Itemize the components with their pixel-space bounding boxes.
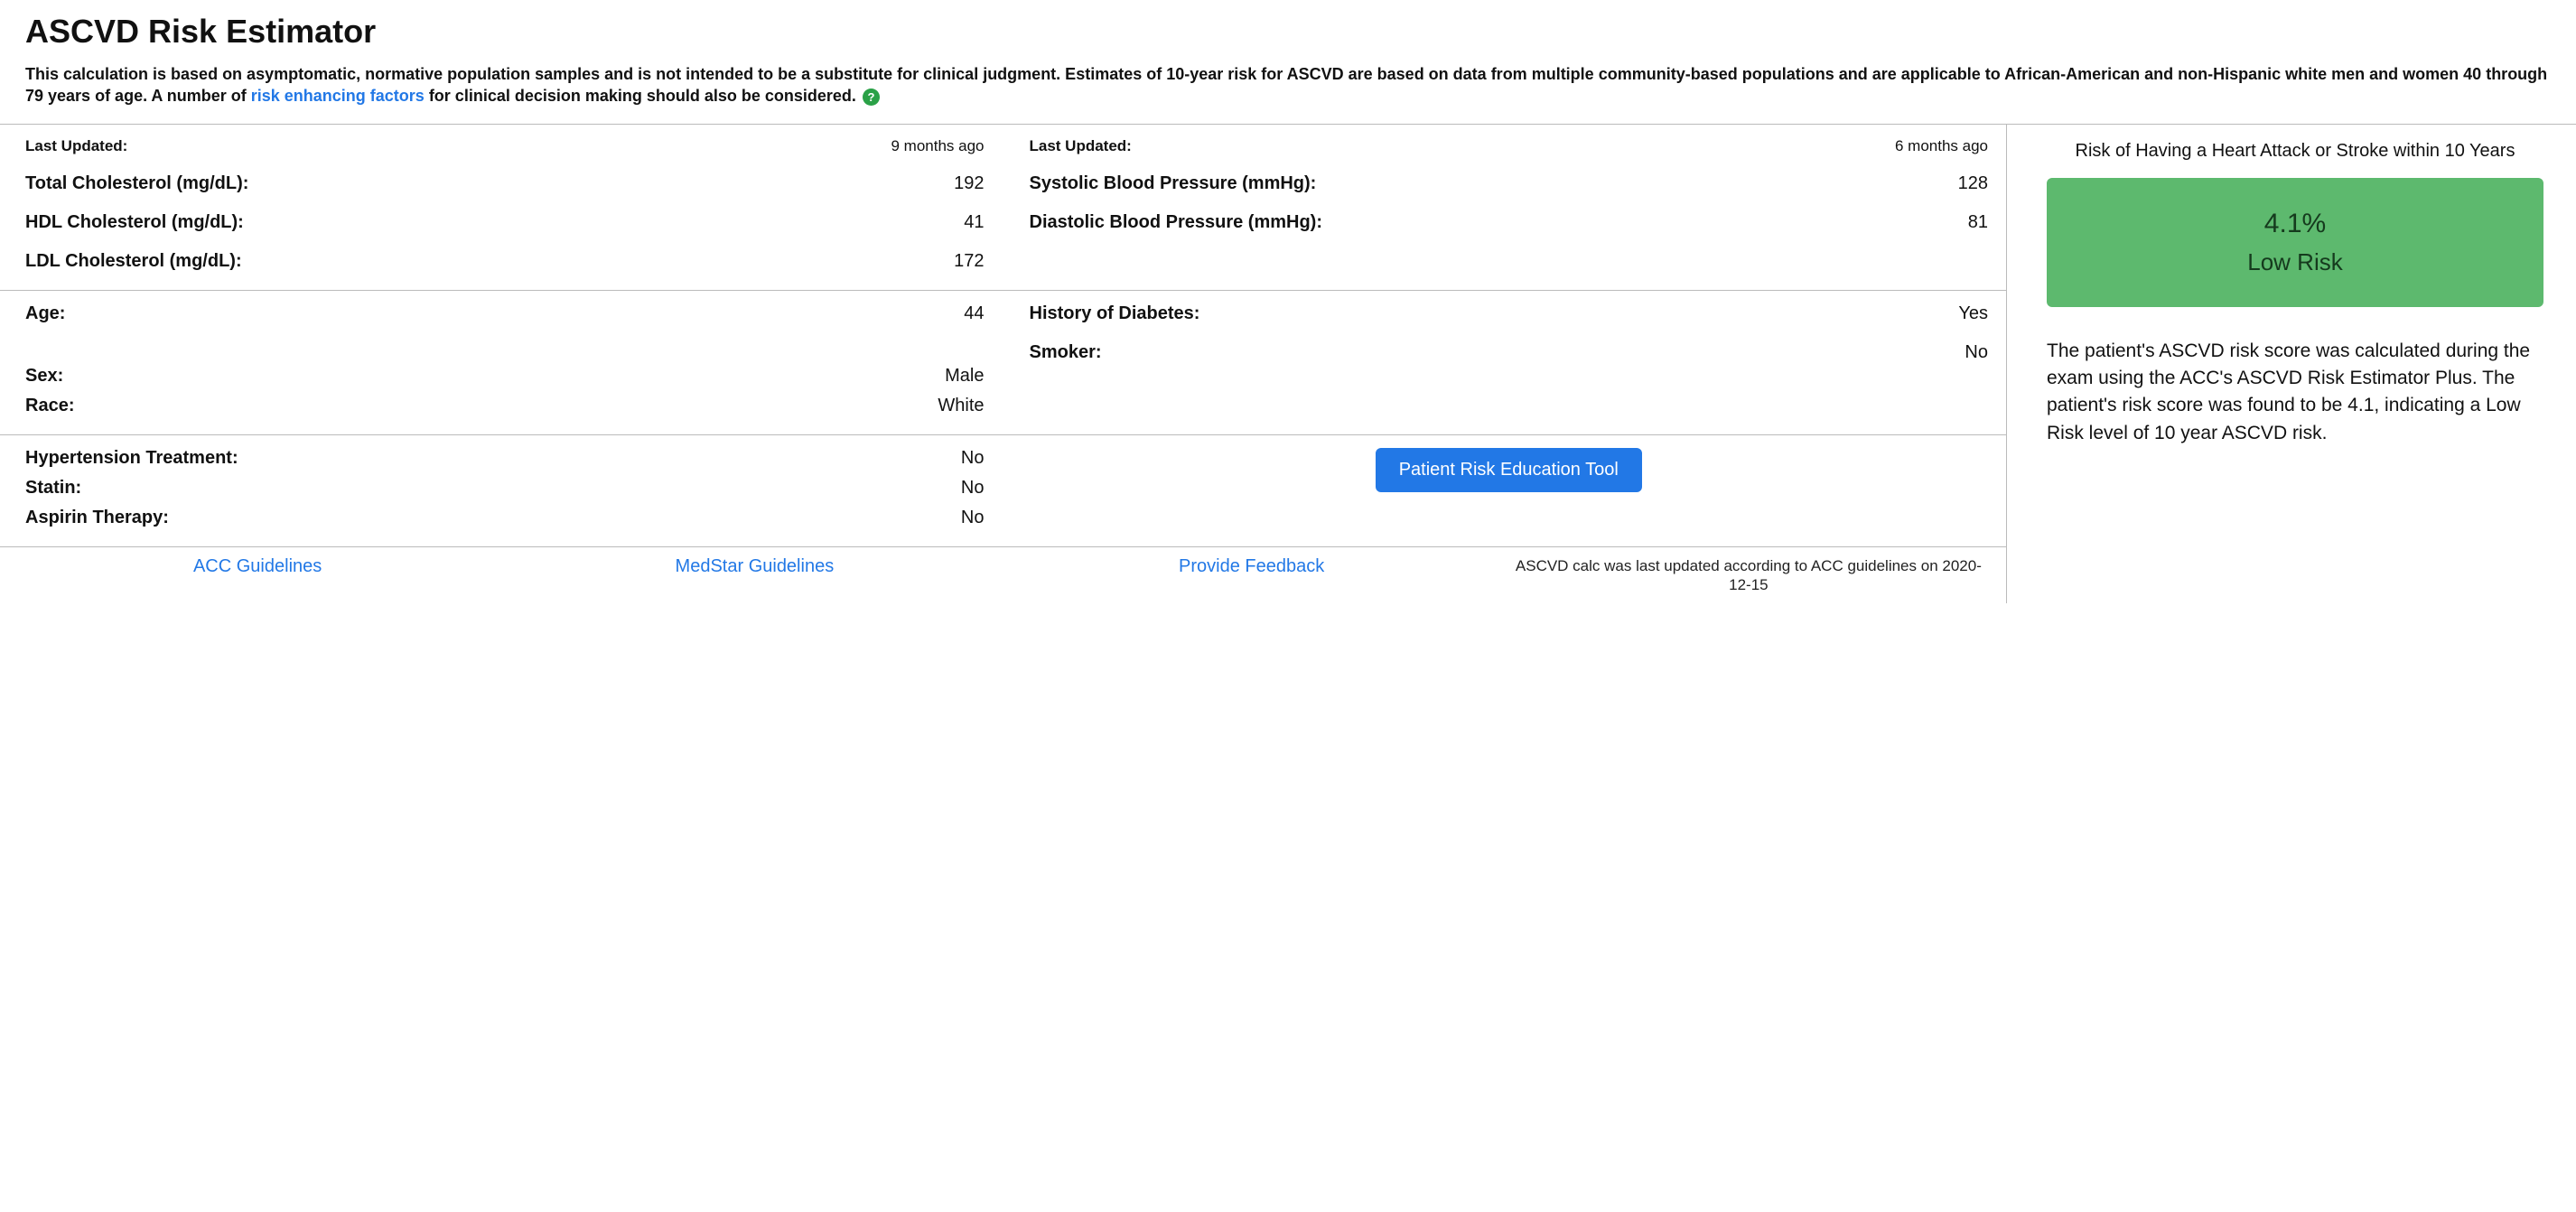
- ldl-cholesterol-label: LDL Cholesterol (mg/dL):: [25, 251, 242, 272]
- aspirin-therapy-label: Aspirin Therapy:: [25, 508, 169, 528]
- hdl-cholesterol-label: HDL Cholesterol (mg/dL):: [25, 212, 244, 233]
- disclaimer-post: for clinical decision making should also…: [425, 87, 861, 105]
- race-value: White: [938, 396, 984, 416]
- statin-label: Statin:: [25, 478, 81, 499]
- bp-updated-label: Last Updated:: [1030, 137, 1132, 155]
- provide-feedback-link[interactable]: Provide Feedback: [1013, 556, 1491, 577]
- risk-heading: Risk of Having a Heart Attack or Stroke …: [2047, 141, 2543, 162]
- diastolic-bp-label: Diastolic Blood Pressure (mmHg):: [1030, 212, 1323, 233]
- acc-guidelines-link[interactable]: ACC Guidelines: [18, 556, 497, 577]
- risk-summary-text: The patient's ASCVD risk score was calcu…: [2047, 338, 2543, 448]
- labs-updated-label: Last Updated:: [25, 137, 127, 155]
- medstar-guidelines-link[interactable]: MedStar Guidelines: [515, 556, 994, 577]
- systolic-bp-value: 128: [1958, 173, 1988, 194]
- age-label: Age:: [25, 303, 65, 324]
- labs-updated-value: 9 months ago: [891, 137, 984, 155]
- hypertension-treatment-label: Hypertension Treatment:: [25, 448, 238, 469]
- aspirin-therapy-value: No: [961, 508, 985, 528]
- risk-percent: 4.1%: [2056, 209, 2534, 239]
- smoker-label: Smoker:: [1030, 342, 1102, 363]
- sex-label: Sex:: [25, 366, 63, 387]
- calc-update-note: ASCVD calc was last updated according to…: [1509, 556, 1988, 595]
- bp-updated-value: 6 months ago: [1895, 137, 1988, 155]
- diastolic-bp-value: 81: [1968, 212, 1988, 233]
- risk-enhancing-factors-link[interactable]: risk enhancing factors: [251, 87, 425, 105]
- diabetes-label: History of Diabetes:: [1030, 303, 1200, 324]
- total-cholesterol-label: Total Cholesterol (mg/dL):: [25, 173, 248, 194]
- race-label: Race:: [25, 396, 74, 416]
- disclaimer-text: This calculation is based on asymptomati…: [25, 63, 2551, 107]
- hdl-cholesterol-value: 41: [964, 212, 984, 233]
- statin-value: No: [961, 478, 985, 499]
- info-icon[interactable]: ?: [863, 89, 880, 106]
- diabetes-value: Yes: [1958, 303, 1988, 324]
- sex-value: Male: [945, 366, 984, 387]
- systolic-bp-label: Systolic Blood Pressure (mmHg):: [1030, 173, 1317, 194]
- risk-level: Low Risk: [2056, 248, 2534, 276]
- ldl-cholesterol-value: 172: [954, 251, 984, 272]
- page-title: ASCVD Risk Estimator: [25, 13, 2551, 51]
- hypertension-treatment-value: No: [961, 448, 985, 469]
- results-panel: Risk of Having a Heart Attack or Stroke …: [2007, 125, 2576, 604]
- patient-risk-education-button[interactable]: Patient Risk Education Tool: [1376, 448, 1642, 492]
- age-value: 44: [964, 303, 984, 324]
- total-cholesterol-value: 192: [954, 173, 984, 194]
- risk-score-box: 4.1% Low Risk: [2047, 178, 2543, 307]
- smoker-value: No: [1965, 342, 1988, 363]
- inputs-panel: Last Updated: 9 months ago Total Cholest…: [0, 125, 2007, 604]
